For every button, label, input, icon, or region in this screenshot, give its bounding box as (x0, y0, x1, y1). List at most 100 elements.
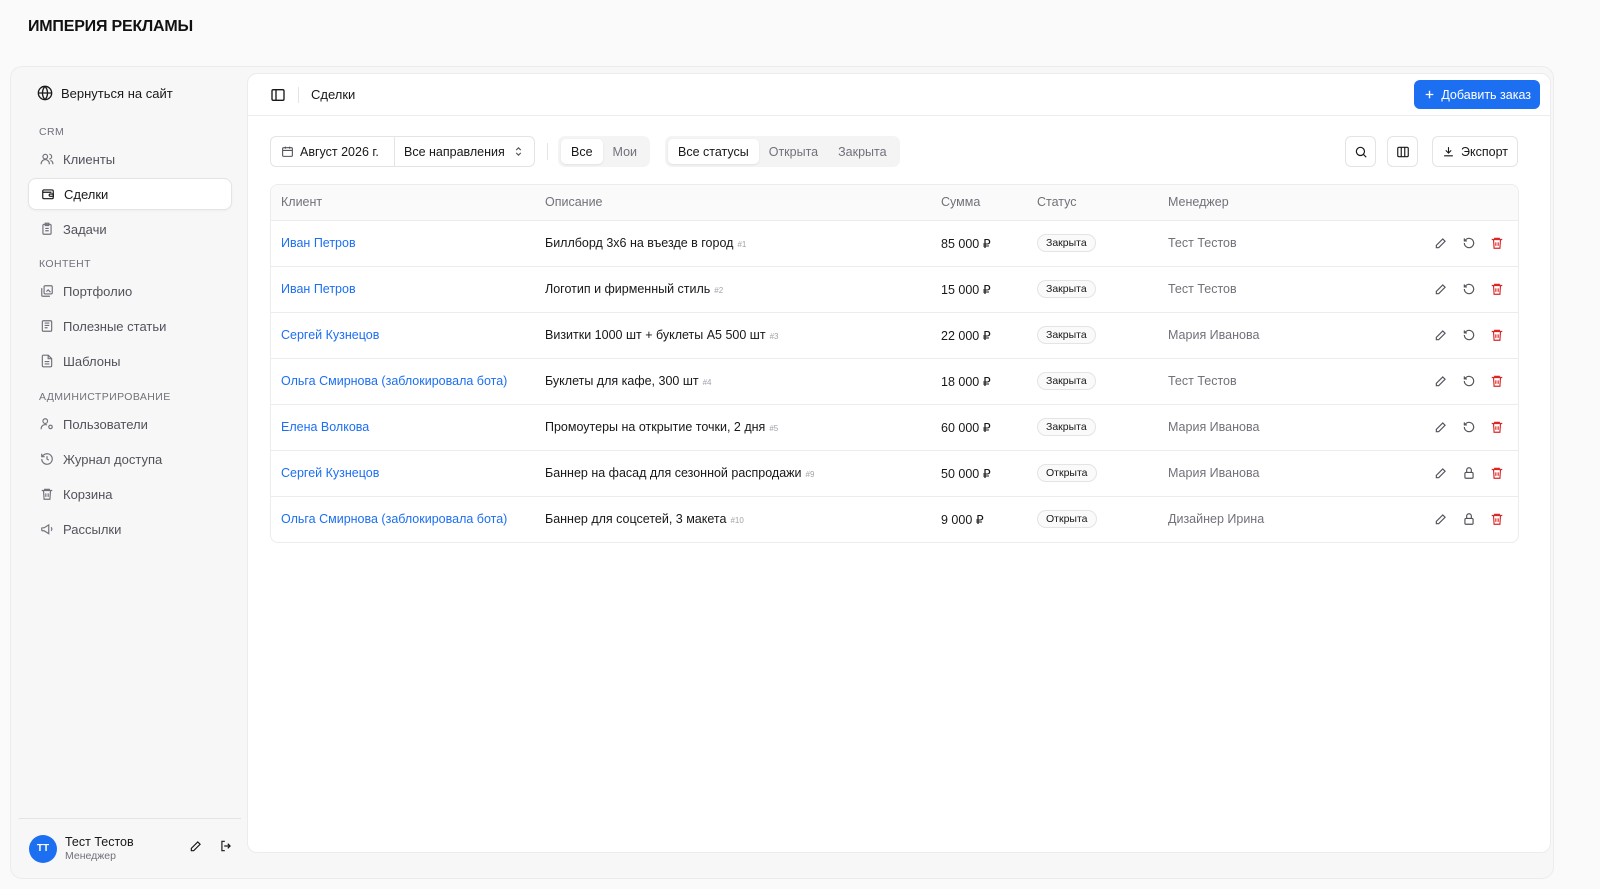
trash-icon[interactable] (1490, 236, 1504, 250)
images-icon (41, 285, 53, 297)
row-actions (1348, 420, 1518, 434)
user-actions (189, 839, 233, 853)
sidebar-item-label: Рассылки (63, 521, 122, 537)
deal-manager: Тест Тестов (1158, 358, 1338, 405)
sidebar-item-label: Полезные статьи (63, 318, 167, 334)
pencil-icon[interactable] (1434, 282, 1448, 296)
trash-icon[interactable] (1490, 512, 1504, 526)
logout-icon[interactable] (219, 839, 233, 853)
status-closed-tab[interactable]: Закрыта (828, 139, 896, 164)
reopen-icon[interactable] (1462, 374, 1476, 388)
pencil-icon[interactable] (1434, 512, 1448, 526)
trash-icon[interactable] (1490, 328, 1504, 342)
history-icon (41, 453, 53, 465)
status-open-tab[interactable]: Открыта (759, 139, 828, 164)
sidebar-item-label: Журнал доступа (63, 451, 163, 467)
reopen-icon[interactable] (1462, 328, 1476, 342)
column-header-amount: Сумма (931, 185, 1027, 221)
columns-icon (1396, 146, 1409, 157)
calendar-icon (282, 146, 293, 157)
lock-icon[interactable] (1462, 466, 1476, 480)
scope-all-tab[interactable]: Все (561, 139, 603, 164)
client-link[interactable]: Елена Волкова (281, 420, 369, 434)
brand-logo: ИМПЕРИЯ РЕКЛАМЫ (28, 18, 194, 35)
client-link[interactable]: Сергей Кузнецов (281, 328, 379, 342)
date-picker-button[interactable]: Август 2026 г. (270, 136, 395, 167)
toolbar: Август 2026 г. Все направления Все Мои В… (270, 136, 1518, 167)
chevron-up-down-icon (515, 147, 521, 156)
lock-icon[interactable] (1462, 512, 1476, 526)
trash-icon[interactable] (1490, 466, 1504, 480)
deal-manager: Мария Иванова (1158, 312, 1338, 359)
deal-manager: Тест Тестов (1158, 220, 1338, 267)
pencil-icon[interactable] (1434, 466, 1448, 480)
main-panel: Сделки Добавить заказ Август 2026 г. Все… (247, 73, 1551, 853)
row-actions (1348, 512, 1518, 526)
deal-number: #10 (730, 516, 744, 526)
deal-manager: Мария Иванова (1158, 450, 1338, 497)
sidebar-item-access-log[interactable]: Журнал доступа (28, 443, 232, 475)
back-to-site-link[interactable]: Вернуться на сайт (37, 85, 173, 101)
status-badge: Открыта (1037, 510, 1097, 529)
table-header-row: Клиент Описание Сумма Статус Менеджер (271, 185, 1518, 221)
table-row: Иван Петров Биллборд 3х6 на въезде в гор… (271, 220, 1518, 267)
trash-icon[interactable] (1490, 374, 1504, 388)
file-text-icon (41, 354, 53, 368)
reopen-icon[interactable] (1462, 282, 1476, 296)
pencil-icon[interactable] (1434, 236, 1448, 250)
add-order-button[interactable]: Добавить заказ (1414, 80, 1540, 109)
avatar: ТТ (29, 834, 57, 863)
deal-description: Баннер на фасад для сезонной распродажи (545, 466, 802, 480)
status-badge: Закрыта (1037, 418, 1096, 436)
column-header-client: Клиент (271, 185, 535, 221)
pencil-icon[interactable] (1434, 374, 1448, 388)
client-link[interactable]: Ольга Смирнова (заблокировала бота) (281, 512, 507, 526)
reopen-icon[interactable] (1462, 420, 1476, 434)
pencil-icon[interactable] (1434, 328, 1448, 342)
direction-label: Все направления (404, 144, 505, 159)
table-row: Иван Петров Логотип и фирменный стиль #2 … (271, 266, 1518, 313)
status-all-tab[interactable]: Все статусы (668, 139, 759, 164)
plus-icon (1426, 90, 1434, 99)
deal-number: #3 (769, 332, 779, 341)
sidebar-item-clients[interactable]: Клиенты (28, 143, 232, 175)
deal-amount: 60 000 ₽ (931, 404, 1027, 451)
user-cog-icon (40, 418, 53, 430)
sidebar-item-mailings[interactable]: Рассылки (28, 513, 232, 545)
wallet-icon (42, 189, 54, 200)
sidebar-item-trash[interactable]: Корзина (28, 478, 232, 510)
client-link[interactable]: Иван Петров (281, 282, 356, 296)
sidebar-item-tasks[interactable]: Задачи (28, 213, 232, 245)
trash-icon[interactable] (1490, 282, 1504, 296)
group-label-content: КОНТЕНТ (39, 258, 91, 270)
trash-icon[interactable] (1490, 420, 1504, 434)
deal-description: Биллборд 3х6 на въезде в город (545, 236, 734, 250)
sidebar-item-label: Корзина (63, 486, 113, 502)
sidebar-item-portfolio[interactable]: Портфолио (28, 275, 232, 307)
sidebar-item-templates[interactable]: Шаблоны (28, 345, 232, 377)
sidebar-item-articles[interactable]: Полезные статьи (28, 310, 232, 342)
table-row: Ольга Смирнова (заблокировала бота) Банн… (271, 496, 1518, 542)
deal-manager: Дизайнер Ирина (1168, 512, 1265, 527)
client-link[interactable]: Сергей Кузнецов (281, 466, 379, 480)
client-link[interactable]: Ольга Смирнова (заблокировала бота) (281, 374, 507, 388)
pencil-icon[interactable] (189, 839, 203, 853)
export-button[interactable]: Экспорт (1432, 136, 1518, 167)
client-link[interactable]: Иван Петров (281, 236, 356, 250)
status-badge: Открыта (1037, 464, 1097, 482)
scope-mine-tab[interactable]: Мои (603, 139, 648, 164)
sidebar-toggle-icon[interactable] (270, 87, 286, 103)
search-button[interactable] (1345, 136, 1376, 167)
scope-toggle: Все Мои (558, 136, 651, 167)
user-meta: Тест Тестов Менеджер (65, 835, 134, 862)
sidebar-item-label: Портфолио (63, 283, 133, 299)
pencil-icon[interactable] (1434, 420, 1448, 434)
columns-button[interactable] (1387, 136, 1418, 167)
export-label: Экспорт (1461, 144, 1508, 159)
status-filter: Все статусы Открыта Закрыта (665, 136, 900, 167)
sidebar-item-deals[interactable]: Сделки (28, 178, 232, 210)
sidebar-item-users[interactable]: Пользователи (28, 408, 232, 440)
reopen-icon[interactable] (1462, 236, 1476, 250)
sidebar-item-label: Шаблоны (63, 353, 121, 369)
direction-select[interactable]: Все направления (394, 136, 535, 167)
